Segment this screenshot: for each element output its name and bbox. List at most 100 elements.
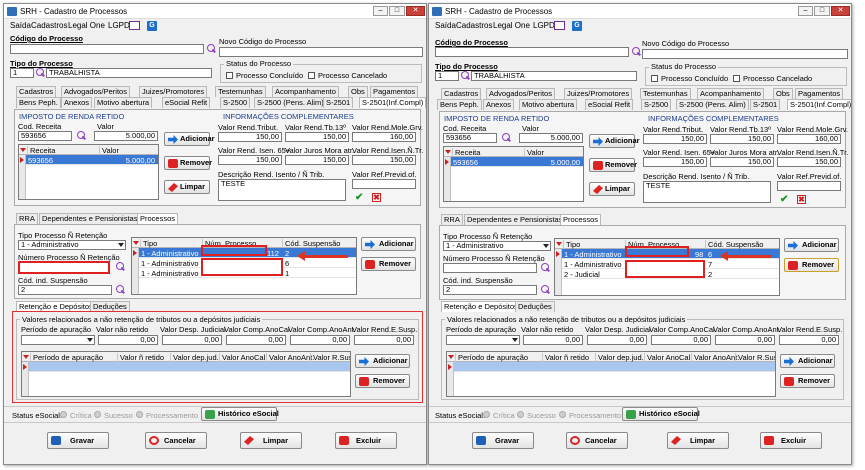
tipo-search-icon[interactable] (35, 68, 45, 78)
gravar-button[interactable]: Gravar (472, 432, 534, 449)
table-row[interactable]: 593656 5.000,00 (445, 157, 583, 167)
menu-legal-one[interactable]: Legal One (493, 21, 530, 30)
numero-search-icon[interactable] (115, 262, 125, 272)
info-input-1[interactable]: 150,00 (218, 132, 282, 142)
ret-remove-button[interactable]: Remover (355, 374, 410, 388)
novo-codigo-input[interactable] (219, 47, 423, 57)
ret-add-button[interactable]: Adicionar (780, 354, 835, 368)
tab-pagamentos[interactable]: Pagamentos (370, 86, 419, 97)
excluir-button[interactable]: Excluir (760, 432, 822, 449)
tab-acompanhamento[interactable]: Acompanhamento (697, 88, 764, 99)
susp-search-icon[interactable] (115, 285, 125, 295)
menu-cadastros[interactable]: Cadastros (456, 21, 492, 30)
proc-add-button[interactable]: Adicionar (784, 238, 839, 252)
tab-cadastros[interactable]: Cadastros (441, 88, 482, 99)
tab-rra[interactable]: RRA (441, 214, 463, 225)
info-input-3[interactable]: 160,00 (352, 132, 416, 142)
ir-add-button[interactable]: Adicionar (589, 134, 640, 148)
confirm-icon[interactable]: ✔ (355, 193, 364, 203)
tab-s2501[interactable]: S-2501 (750, 99, 781, 110)
tab-s2500-pens[interactable]: S-2500 (Pens. Alim) (676, 99, 749, 110)
prev-input[interactable] (352, 179, 416, 189)
lgpd-icon[interactable] (554, 21, 565, 30)
excluir-button[interactable]: Excluir (335, 432, 397, 449)
tab-dependentes[interactable]: Dependentes e Pensionistas (39, 213, 141, 224)
close-button[interactable]: ✕ (406, 6, 425, 16)
table-row[interactable] (23, 362, 350, 372)
tipo-proc-select[interactable]: 1 - Administrativo (18, 240, 126, 250)
ir-clear-button[interactable]: Limpar (164, 180, 210, 194)
ret-input-anocal[interactable]: 0,00 (651, 335, 711, 345)
tab-bens[interactable]: Bens Peph. (437, 99, 482, 110)
numero-search-icon[interactable] (540, 263, 550, 273)
receita-search-icon[interactable] (76, 131, 86, 141)
maximize-button[interactable]: □ (814, 6, 830, 16)
ret-input-susp[interactable]: 0,00 (779, 335, 839, 345)
menu-lgpd[interactable]: LGPD (108, 21, 130, 30)
info-input-4[interactable]: 150,00 (218, 155, 282, 165)
cod-receita-input[interactable]: 593656 (443, 133, 497, 143)
novo-codigo-input[interactable] (642, 49, 848, 59)
limpar-button[interactable]: Limpar (240, 432, 302, 449)
cancel-icon[interactable]: ✖ (372, 193, 381, 202)
ret-input-susp[interactable]: 0,00 (354, 335, 414, 345)
ir-remove-button[interactable]: Remover (589, 158, 637, 172)
susp-search-icon[interactable] (540, 285, 550, 295)
tab-rra[interactable]: RRA (16, 213, 38, 224)
ret-input-anoant[interactable]: 0,00 (715, 335, 775, 345)
tab-s2500[interactable]: S-2500 (220, 97, 251, 108)
minimize-button[interactable]: – (798, 6, 813, 16)
proc-remove-button[interactable]: Remover (784, 258, 839, 272)
confirm-icon[interactable]: ✔ (780, 195, 789, 205)
tab-s2500-pens[interactable]: S-2500 (Pens. Alim) (254, 97, 327, 108)
info-input-1[interactable]: 150,00 (643, 134, 707, 144)
tab-s2500[interactable]: S-2500 (641, 99, 672, 110)
limpar-button[interactable]: Limpar (667, 432, 729, 449)
ret-grid[interactable]: Período de apuração Valor ñ retido Valor d… (21, 351, 351, 397)
receita-grid[interactable]: Receita Valor 593656 5.000,00 (443, 146, 584, 202)
tab-esocial-refit[interactable]: eSocial Refit (585, 99, 634, 110)
info-input-5[interactable]: 150,00 (285, 155, 349, 165)
ret-periodo-select[interactable] (21, 335, 95, 345)
search-icon[interactable] (206, 44, 216, 54)
info-input-6[interactable]: 150,00 (777, 157, 841, 167)
table-row[interactable]: 593656 5.000,00 (20, 155, 158, 165)
ir-add-button[interactable]: Adicionar (164, 132, 215, 146)
info-input-4[interactable]: 150,00 (643, 157, 707, 167)
ret-input-desp[interactable]: 0,00 (587, 335, 647, 345)
info-input-5[interactable]: 150,00 (710, 157, 774, 167)
ret-input-anocal[interactable]: 0,00 (226, 335, 286, 345)
cancelar-button[interactable]: Cancelar (566, 432, 628, 449)
gravar-button[interactable]: Gravar (47, 432, 109, 449)
valor-input[interactable]: 5.000,00 (94, 131, 158, 141)
ret-periodo-select[interactable] (446, 335, 520, 345)
ir-clear-button[interactable]: Limpar (589, 182, 635, 196)
info-input-2[interactable]: 150,00 (285, 132, 349, 142)
cod-susp-input[interactable]: 2 (443, 285, 537, 295)
tab-processos[interactable]: Processos (137, 213, 179, 224)
close-button[interactable]: ✕ (831, 6, 850, 16)
menu-saida[interactable]: Saída (10, 21, 31, 30)
receita-grid[interactable]: Receita Valor 593656 5.000,00 (18, 144, 159, 200)
numero-proc-input[interactable] (18, 261, 110, 274)
menu-saida[interactable]: Saída (435, 21, 456, 30)
tab-obs[interactable]: Obs (773, 88, 793, 99)
desc-input[interactable]: TESTE (643, 181, 771, 203)
tab-retencao[interactable]: Retenção e Depósitos (441, 301, 521, 312)
concluido-checkbox[interactable] (651, 75, 658, 82)
tab-juizes[interactable]: Juizes/Promotores (564, 88, 633, 99)
tab-cadastros[interactable]: Cadastros (16, 86, 57, 97)
ret-add-button[interactable]: Adicionar (355, 354, 410, 368)
ir-remove-button[interactable]: Remover (164, 156, 212, 170)
search-icon[interactable] (631, 47, 641, 57)
tab-obs[interactable]: Obs (348, 86, 368, 97)
historico-button[interactable]: Histórico eSocial (622, 407, 700, 421)
tab-motivo[interactable]: Motivo abertura (519, 99, 578, 110)
tipo-code-input[interactable]: 1 (435, 71, 459, 81)
ret-remove-button[interactable]: Remover (780, 374, 835, 388)
menu-lgpd[interactable]: LGPD (533, 21, 555, 30)
tab-advogados[interactable]: Advogados/Peritos (61, 86, 130, 97)
tipo-code-input[interactable]: 1 (10, 68, 34, 78)
info-input-3[interactable]: 160,00 (777, 134, 841, 144)
prev-input[interactable] (777, 181, 841, 191)
